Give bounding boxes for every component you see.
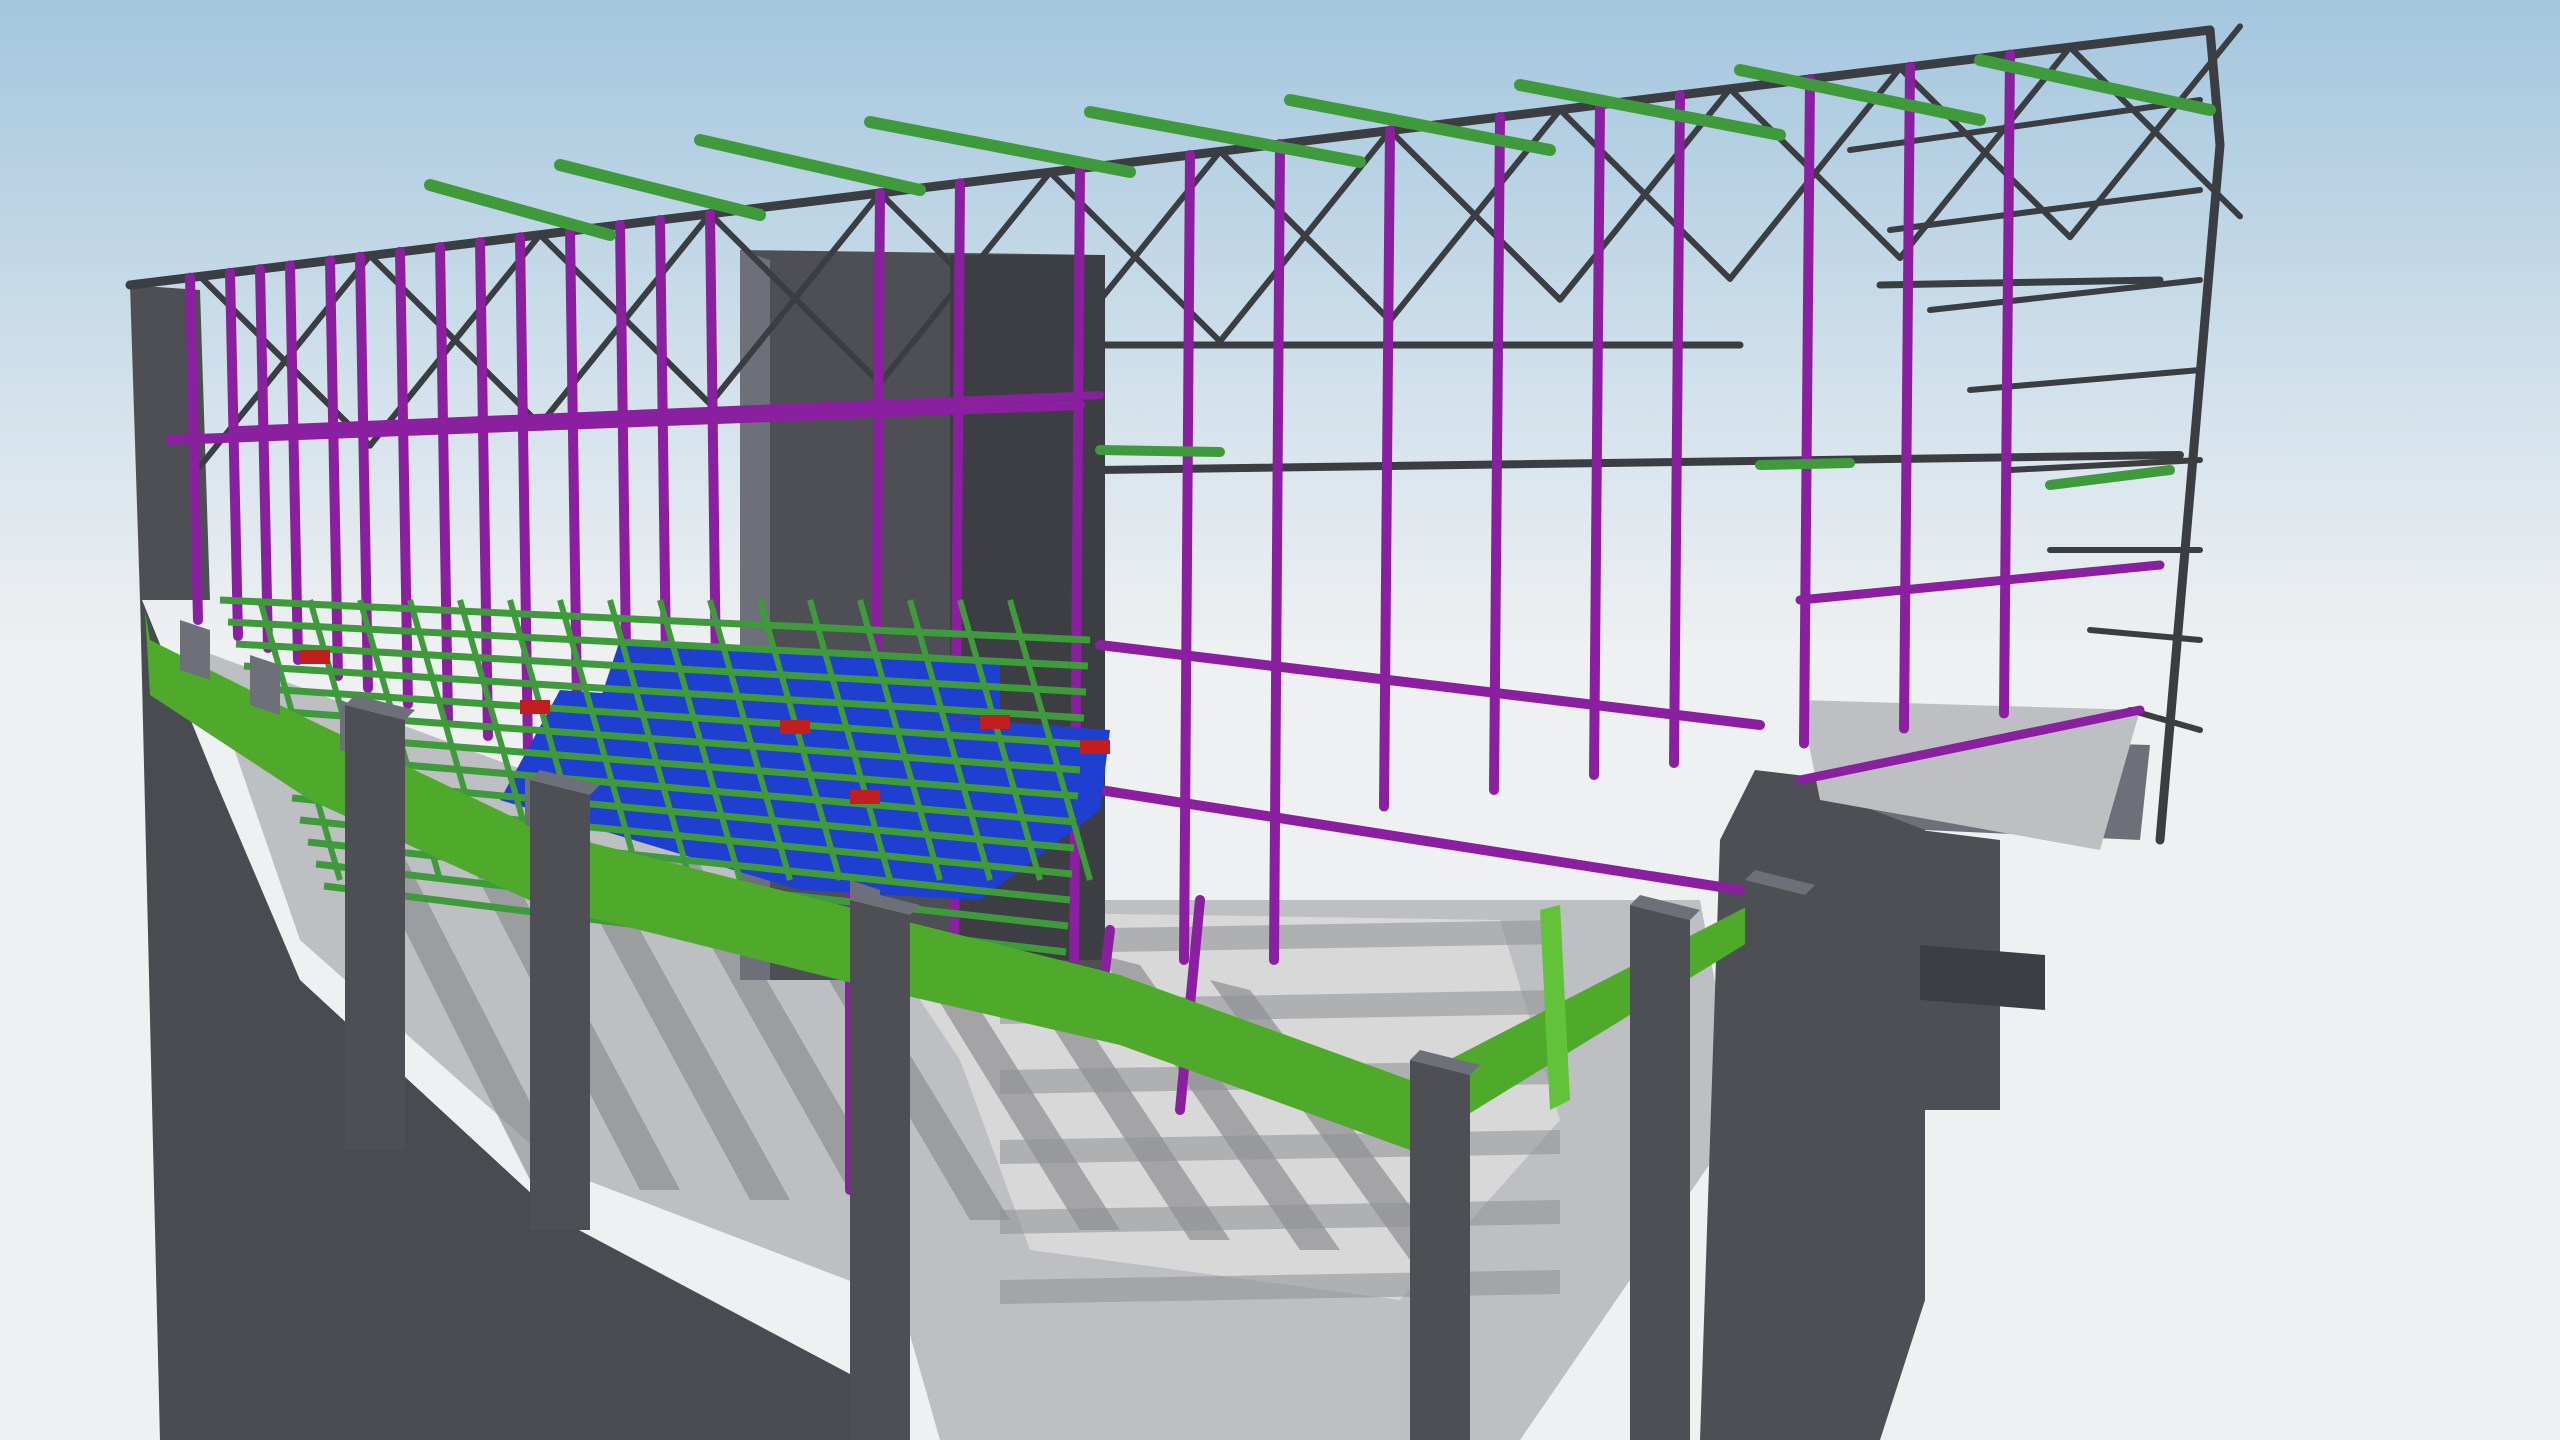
concrete-column bbox=[345, 705, 405, 1150]
red-connection bbox=[780, 720, 810, 734]
purple-column bbox=[1799, 74, 1815, 749]
green-beam bbox=[1755, 458, 1855, 470]
parapet-pier bbox=[250, 655, 280, 715]
purple-column bbox=[1269, 139, 1285, 965]
structural-model-render[interactable] bbox=[0, 0, 2560, 1440]
purple-column bbox=[1899, 61, 1915, 734]
purple-column bbox=[1999, 49, 2015, 719]
3d-model-viewport[interactable] bbox=[0, 0, 2560, 1440]
concrete-column bbox=[1745, 880, 1805, 1440]
purple-column bbox=[1589, 99, 1605, 780]
red-connection bbox=[1080, 740, 1110, 754]
parapet-pier bbox=[180, 620, 210, 680]
concrete-column bbox=[530, 780, 590, 1230]
concrete-column bbox=[850, 900, 910, 1440]
purple-column bbox=[1179, 150, 1195, 965]
concrete-column bbox=[1410, 1060, 1470, 1440]
green-beam bbox=[1095, 445, 1225, 457]
truss-chord-right bbox=[1876, 276, 2164, 289]
purple-column bbox=[1379, 125, 1395, 812]
purple-column bbox=[1669, 89, 1685, 768]
red-connection bbox=[300, 650, 330, 664]
red-connection bbox=[850, 790, 880, 804]
concrete-column bbox=[1630, 905, 1690, 1440]
red-connection bbox=[980, 715, 1010, 729]
red-connection bbox=[520, 700, 550, 714]
